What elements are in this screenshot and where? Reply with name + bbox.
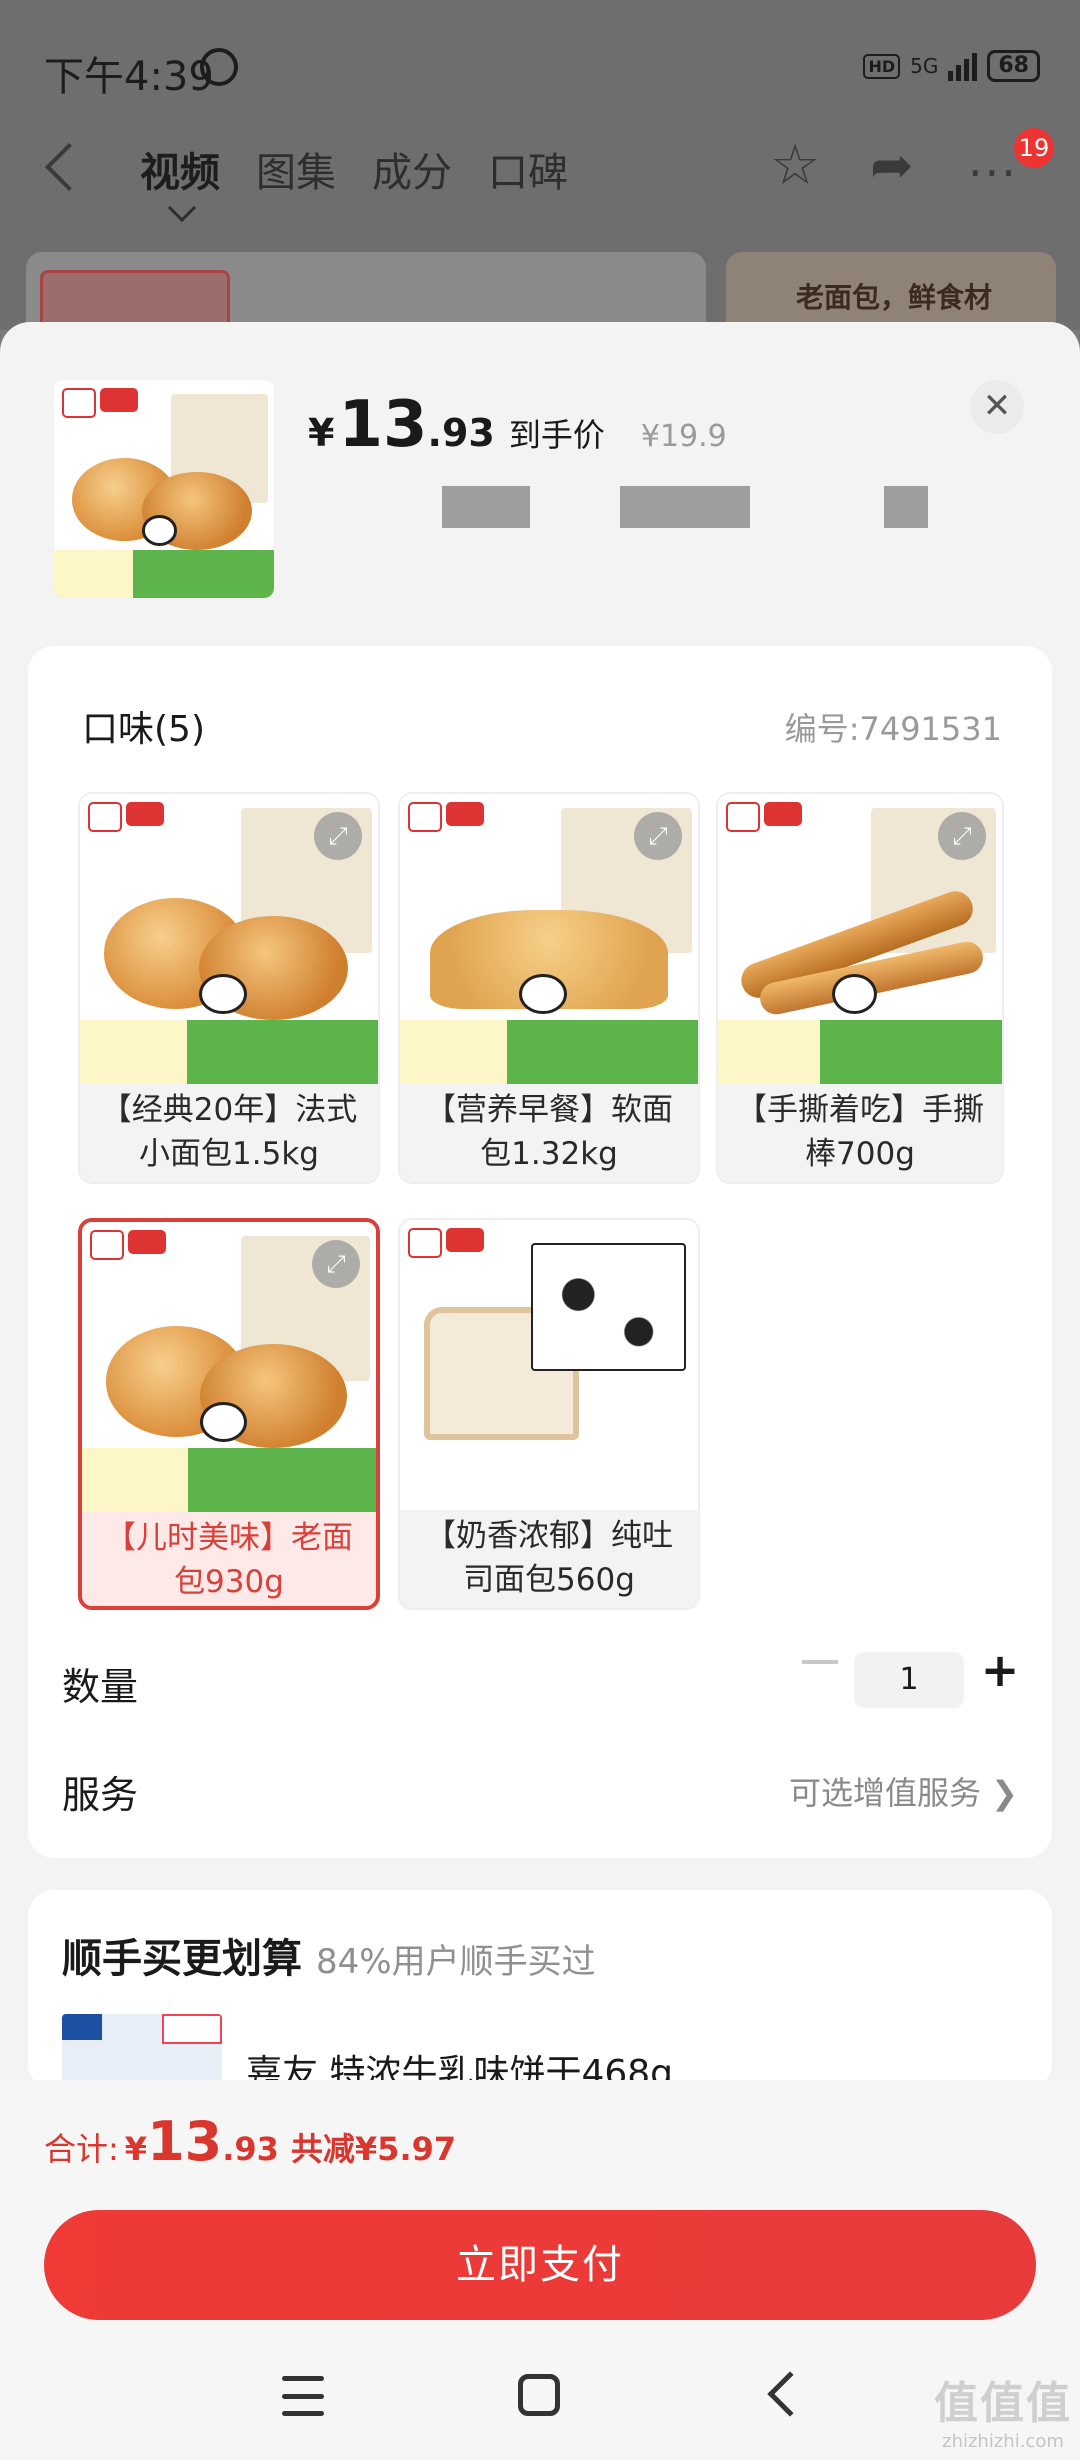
combo-title: 顺手买更划算 [62, 1936, 302, 1982]
quantity-label: 数量 [62, 1665, 139, 1709]
price-decimal: .93 [427, 411, 495, 455]
expand-icon[interactable]: ⤢ [314, 812, 362, 860]
more-icon[interactable]: ··· [968, 150, 1018, 196]
total-block: 合计: ¥ 13 .93 共减¥5.97 [44, 2110, 456, 2173]
notification-badge: 19 [1014, 128, 1054, 168]
tab-reviews[interactable]: 口碑 [488, 140, 568, 198]
flavor-caption: 【经典20年】法式小面包1.5kg [100, 1092, 358, 1172]
selected-product-thumbnail [54, 380, 274, 598]
tab-gallery[interactable]: 图集 [256, 140, 336, 198]
favorite-star-icon[interactable]: ☆ [770, 138, 820, 194]
flavor-option[interactable]: 【奶香浓郁】纯吐司面包560g [398, 1218, 700, 1610]
minus-icon[interactable] [802, 1660, 838, 1664]
total-decimal: .93 [222, 2130, 279, 2168]
pay-now-button[interactable]: 立即支付 [44, 2210, 1036, 2320]
combo-subtitle: 84%用户顺手买过 [316, 1942, 596, 1982]
flavor-caption: 【手撕着吃】手撕棒700g [736, 1092, 984, 1172]
menu-icon[interactable] [282, 2376, 324, 2416]
price-block: ¥ 13 .93 到手价 ¥19.9 [308, 388, 727, 462]
blurred-text [620, 486, 750, 528]
tab-ingredients[interactable]: 成分 [372, 140, 452, 198]
currency-symbol: ¥ [308, 411, 335, 455]
close-button[interactable]: ✕ [970, 380, 1024, 434]
service-label: 服务 [62, 1773, 139, 1817]
service-selector[interactable]: 可选增值服务 ❯ [789, 1768, 1018, 1814]
tab-video[interactable]: 视频 [140, 140, 220, 198]
status-time: 下午4:39 [44, 54, 214, 100]
battery-icon: 68 [987, 50, 1040, 82]
blurred-text [884, 486, 928, 528]
flavor-caption: 【儿时美味】老面包930g [105, 1520, 353, 1600]
flavor-caption: 【营养早餐】软面包1.32kg [425, 1092, 673, 1172]
expand-icon[interactable]: ⤢ [634, 812, 682, 860]
flavor-caption: 【奶香浓郁】纯吐司面包560g [425, 1518, 673, 1598]
flavor-option[interactable]: ⤢ 【经典20年】法式小面包1.5kg [78, 792, 380, 1184]
product-image [54, 380, 274, 598]
quantity-input[interactable]: 1 [854, 1652, 964, 1708]
nav-tabs: 视频 图集 成分 口碑 [140, 140, 568, 198]
home-icon[interactable] [518, 2374, 560, 2416]
status-icons: HD 5G 68 [863, 50, 1040, 82]
flavor-option[interactable]: ⤢ 【手撕着吃】手撕棒700g [716, 792, 1004, 1184]
watermark-logo: 值值值 [934, 2378, 1072, 2429]
product-code: 编号:7491531 [784, 710, 1002, 748]
total-currency: ¥ [124, 2130, 148, 2168]
watermark-url: zhizhizhi.com [942, 2431, 1064, 2452]
total-integer: 13 [147, 2110, 223, 2173]
flavor-title: 口味(5) [82, 709, 205, 750]
flavor-image [400, 1220, 698, 1510]
alarm-icon [200, 48, 238, 86]
signal-icon [948, 51, 978, 81]
plus-icon[interactable]: + [980, 1647, 1020, 1693]
combo-item-image[interactable] [62, 2014, 222, 2084]
original-price: ¥19.9 [640, 419, 727, 454]
status-bar: 下午4:39 HD 5G 68 [0, 0, 1080, 130]
network-type: 5G [910, 54, 939, 78]
expand-icon[interactable]: ⤢ [312, 1240, 360, 1288]
price-integer: 13 [338, 388, 428, 462]
blurred-text [442, 486, 530, 528]
flavor-option-selected[interactable]: ⤢ 【儿时美味】老面包930g [78, 1218, 380, 1610]
hd-icon: HD [863, 53, 901, 79]
watermark: 值值值 zhizhizhi.com [934, 2367, 1072, 2452]
discount-text: 共减¥5.97 [290, 2130, 457, 2168]
price-label: 到手价 [508, 416, 605, 454]
flavor-option[interactable]: ⤢ 【营养早餐】软面包1.32kg [398, 792, 700, 1184]
share-icon[interactable]: ➦ [870, 140, 914, 192]
expand-icon[interactable]: ⤢ [938, 812, 986, 860]
total-label: 合计: [44, 2130, 119, 2168]
